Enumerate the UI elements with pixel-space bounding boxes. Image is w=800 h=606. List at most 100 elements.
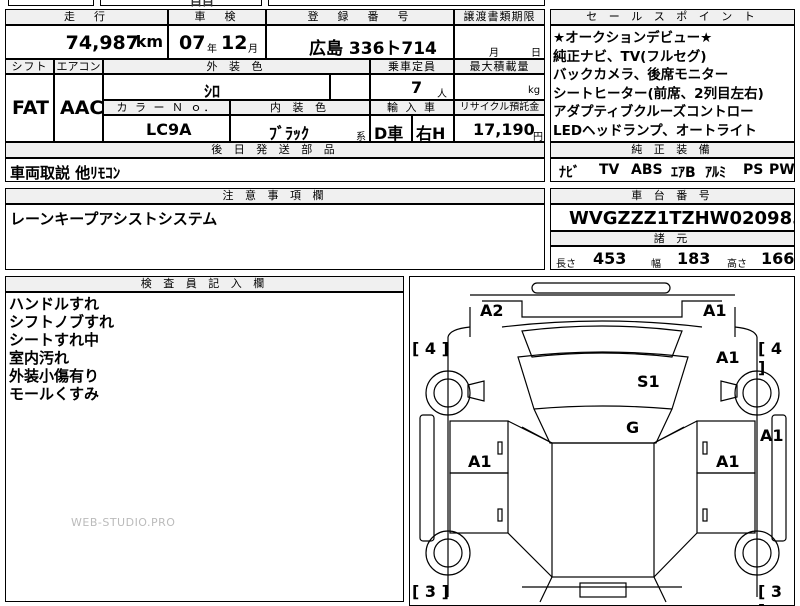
import-steering-value: 右H — [416, 124, 446, 142]
color-no-value: LC9A — [146, 120, 192, 139]
sales-point-line: バックカメラ、後席モニター — [553, 67, 729, 83]
shaken-header: 車 検 — [168, 9, 266, 25]
import-header: 輸 入 車 — [370, 100, 454, 115]
shaken-year-unit: 年 — [207, 44, 217, 55]
shaken-cell: 07 年 12 月 — [168, 25, 266, 59]
color-no-cell: LC9A — [103, 115, 230, 142]
spec-height-value: 166 — [761, 249, 795, 268]
mark-glass: G — [626, 418, 640, 437]
equipment-item: ABS — [631, 162, 663, 178]
max-load-header: 最大積載量 — [454, 59, 545, 74]
specs-header: 諸 元 — [550, 231, 795, 246]
sales-point-line: LEDヘッドランプ、オートライト — [553, 122, 757, 139]
mark-seat: S1 — [637, 372, 660, 391]
capacity-value: 7 — [411, 78, 423, 97]
shift-cell: FAT — [5, 74, 54, 142]
mileage-header: 走 行 — [5, 9, 168, 25]
interior-color-header: 内 装 色 — [230, 100, 370, 115]
registration-header: 登 録 番 号 — [266, 9, 454, 25]
transfer-deadline-cell: 月 日 — [454, 25, 545, 59]
sales-points-box: ★オークションデビュー★ 純正ナビ、TV(フルセグ) バックカメラ、後席モニター… — [550, 25, 795, 142]
car-diagram: A2 A1 A1 S1 A1 G A1 A1 [ 4 ] [ 4 ] [ 3 ]… — [409, 276, 795, 606]
color-no-header: カ ラ ー Ｎ ｏ． — [103, 100, 230, 115]
registration-cell: 広島 336ト714 — [266, 25, 454, 59]
mark-right-fender: A1 — [716, 348, 740, 367]
sales-point-line: ★オークションデビュー★ — [553, 30, 713, 46]
notes-cell: レーンキープアシストシステム — [5, 204, 545, 270]
capacity-cell: 7 人 — [370, 74, 454, 100]
notes-value: レーンキープアシストシステム — [10, 210, 218, 228]
recycle-header: リサイクル預託金 — [454, 100, 545, 115]
spec-width-value: 183 — [677, 249, 711, 268]
transfer-day-unit: 日 — [531, 48, 541, 59]
spec-length-label: 長さ — [556, 259, 576, 270]
exterior-color-cell: ｼﾛ — [103, 74, 330, 100]
interior-color-suffix: 系 — [356, 132, 366, 142]
import-dealer-cell: D車 — [370, 115, 412, 142]
aircon-value: AAC — [60, 97, 103, 119]
top-strip: 目目 — [0, 0, 545, 8]
inspector-line: 外装小傷有り — [9, 367, 100, 385]
exterior-color-spacer — [330, 74, 370, 100]
inspector-box: ハンドルすれ シフトノブすれ シートすれ中 室内汚れ 外装小傷有り モールくすみ… — [5, 292, 404, 602]
spec-height-label: 高さ — [727, 259, 747, 270]
max-load-cell: kg — [454, 74, 545, 100]
top-fragment-text: 目目 — [190, 0, 215, 8]
interior-color-cell: ﾌﾞﾗｯｸ 系 — [230, 115, 370, 142]
mark-left-door: A1 — [468, 452, 492, 471]
interior-color-value: ﾌﾞﾗｯｸ — [269, 124, 310, 142]
equipment-item: ﾅﾋﾞ — [559, 165, 580, 181]
tire-front-right: [ 4 ] — [758, 339, 783, 377]
tire-front-left: [ 4 ] — [412, 339, 449, 358]
equipment-header: 純 正 装 備 — [550, 142, 795, 158]
equipment-item: PW — [769, 162, 795, 178]
shaken-year: 07 — [179, 32, 206, 54]
tire-rear-left: [ 3 ] — [412, 582, 449, 601]
inspector-line: ハンドルすれ — [9, 295, 100, 313]
specs-cell: 長さ 453 幅 183 高さ 166 — [550, 246, 795, 270]
later-parts-header: 後 日 発 送 部 品 — [5, 142, 545, 158]
mark-right-side: A1 — [760, 426, 784, 445]
transfer-month-unit: 月 — [489, 48, 499, 59]
transfer-deadline-header: 譲渡書類期限 — [454, 9, 545, 25]
sales-point-line: 純正ナビ、TV(フルセグ) — [553, 48, 707, 65]
recycle-unit: 円 — [533, 132, 543, 142]
exterior-color-header: 外 装 色 — [103, 59, 370, 74]
inspector-line: モールくすみ — [9, 385, 100, 403]
recycle-value: 17,190 — [473, 120, 535, 139]
aircon-cell: AAC — [54, 74, 103, 142]
equipment-item: PS — [743, 162, 764, 178]
inspector-header: 検 査 員 記 入 欄 — [5, 276, 404, 292]
chassis-cell: WVGZZZ1TZHW020985 — [550, 204, 795, 231]
shaken-month: 12 — [221, 32, 248, 54]
mileage-cell: 74,987 km — [5, 25, 168, 59]
recycle-cell: 17,190 円 — [454, 115, 545, 142]
watermark: WEB-STUDIO.PRO — [71, 516, 176, 529]
equipment-cell: ﾅﾋﾞ TV ABS ｴｱB ｱﾙﾐ PS PW — [550, 158, 795, 182]
mark-front-right: A1 — [703, 301, 727, 320]
mileage-unit: km — [135, 32, 163, 51]
shift-value: FAT — [12, 97, 49, 119]
import-dealer-value: D車 — [374, 124, 404, 142]
capacity-unit: 人 — [437, 89, 447, 100]
inspector-line: 室内汚れ — [9, 349, 70, 367]
capacity-header: 乗車定員 — [370, 59, 454, 74]
equipment-item: ｱﾙﾐ — [705, 165, 726, 181]
max-load-unit: kg — [528, 85, 541, 96]
mark-right-door: A1 — [716, 452, 740, 471]
spec-length-value: 453 — [593, 249, 627, 268]
later-parts-cell: 車両取説 他ﾘﾓｺﾝ — [5, 158, 545, 182]
inspector-line: シートすれ中 — [9, 331, 100, 349]
sales-points-header: セ ー ル ス ポ イ ン ト — [550, 9, 795, 25]
sales-point-line: アダプティブクルーズコントロー — [553, 104, 754, 120]
notes-header: 注 意 事 項 欄 — [5, 188, 545, 204]
car-outline — [419, 282, 787, 603]
shaken-month-unit: 月 — [248, 44, 258, 55]
chassis-value: WVGZZZ1TZHW020985 — [569, 208, 795, 229]
exterior-color-value: ｼﾛ — [204, 82, 221, 100]
import-steering-cell: 右H — [412, 115, 454, 142]
inspector-line: シフトノブすれ — [9, 313, 115, 331]
spec-width-label: 幅 — [651, 259, 661, 270]
equipment-item: ｴｱB — [671, 165, 696, 181]
aircon-header: エアコン — [54, 59, 103, 74]
